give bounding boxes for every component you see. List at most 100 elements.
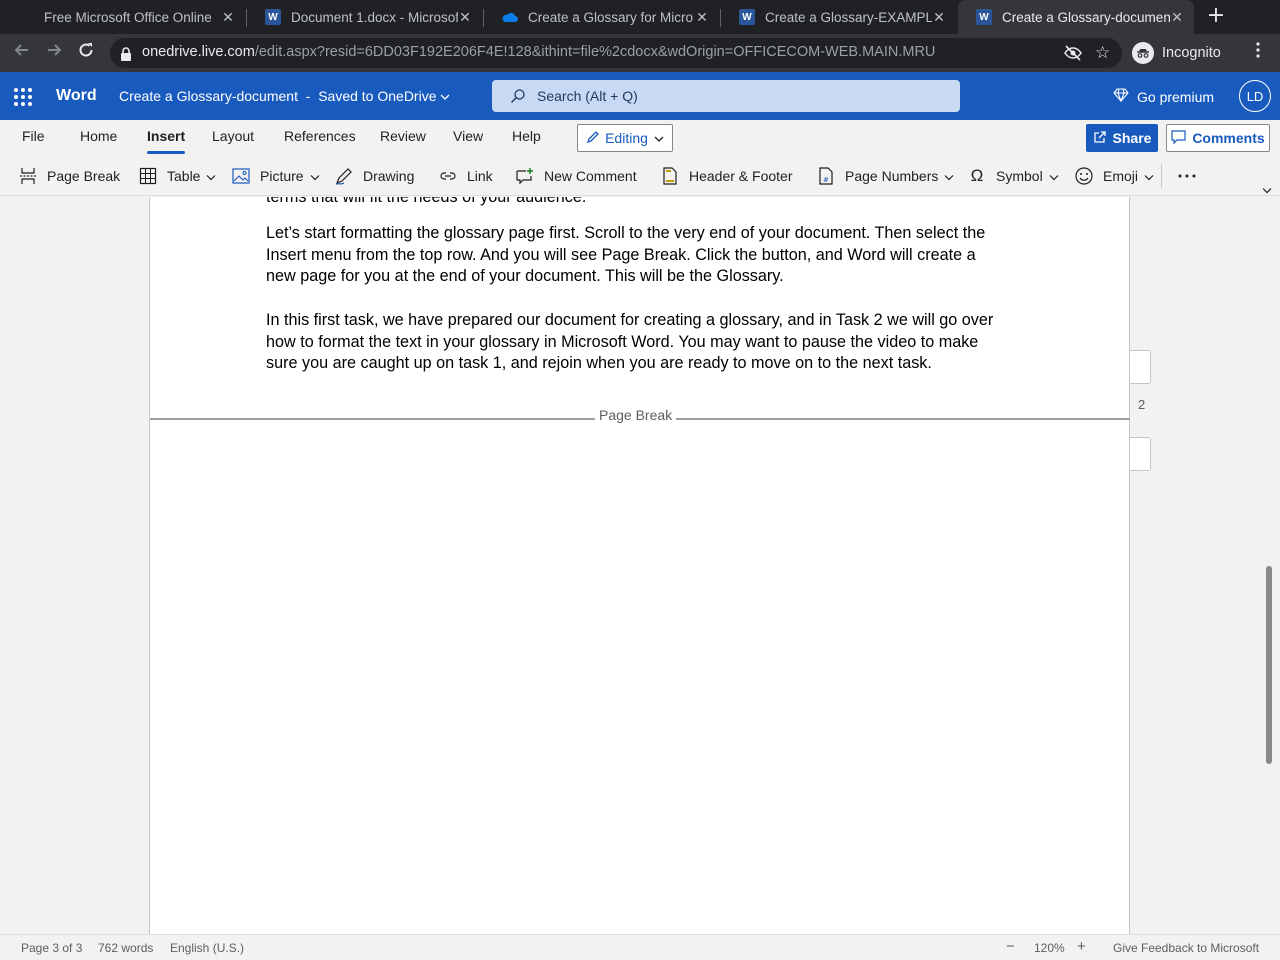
paragraph[interactable]: In this first task, we have prepared our… [266,310,1006,375]
address-bar[interactable]: onedrive.live.com/edit.aspx?resid=6DD03F… [110,38,1122,68]
tab-references[interactable]: References [284,128,356,144]
go-premium-label: Go premium [1137,88,1215,105]
link-button[interactable]: Link [438,166,493,186]
tab-title: Create a Glossary-document [1002,9,1170,25]
reload-icon[interactable] [73,40,99,66]
app-launcher-icon[interactable] [14,88,32,106]
zoom-in-button[interactable]: + [1077,938,1086,955]
new-comment-button[interactable]: New Comment [515,166,637,186]
tab-help[interactable]: Help [512,128,541,144]
browser-tab-strip: Free Microsoft Office Online ✕ W Documen… [0,0,1280,34]
tab-title: Create a Glossary-EXAMPLE [765,9,932,25]
browser-tab-glossary-article[interactable]: Create a Glossary for Micro ✕ [484,0,719,34]
close-icon[interactable]: ✕ [221,9,235,26]
table-button[interactable]: Table [138,166,216,186]
tab-home[interactable]: Home [80,128,117,144]
page-thumbnail[interactable] [1130,437,1151,471]
share-button[interactable]: Share [1086,124,1158,152]
zoom-out-button[interactable]: − [1006,938,1015,955]
page-number: 2 [1138,397,1146,412]
page-thumbnail[interactable] [1130,350,1151,384]
tab-title: Document 1.docx - Microsoft [291,9,458,25]
search-box[interactable]: Search (Alt + Q) [492,80,960,112]
save-status: Saved to OneDrive [318,88,437,104]
tab-title: Free Microsoft Office Online [44,9,212,25]
document-canvas[interactable]: terms that will fit the needs of your au… [0,197,1280,934]
tab-insert[interactable]: Insert [147,128,186,154]
page-count[interactable]: Page 3 of 3 [21,941,82,955]
picture-button[interactable]: Picture [231,166,320,186]
document-page[interactable]: terms that will fit the needs of your au… [149,197,1130,418]
header-footer-icon [660,166,680,186]
emoji-icon [1074,166,1094,186]
page-numbers-button[interactable]: # Page Numbers [816,166,954,186]
ribbon-tabs: File Home Insert Layout References Revie… [0,120,1280,156]
page-break-button[interactable]: Page Break [18,166,120,186]
chevron-down-icon [440,88,450,104]
tab-file[interactable]: File [22,128,45,144]
browser-menu-icon[interactable] [1245,40,1271,66]
lock-icon [120,46,132,65]
browser-tab-glossary-document[interactable]: W Create a Glossary-document ✕ [958,0,1194,34]
close-icon[interactable]: ✕ [932,9,946,26]
tab-review[interactable]: Review [380,128,426,144]
document-title-button[interactable]: Create a Glossary-document - Saved to On… [119,88,450,104]
comments-label: Comments [1192,130,1265,146]
header-footer-button[interactable]: Header & Footer [660,166,793,186]
browser-tab-office[interactable]: Free Microsoft Office Online ✕ [0,0,245,34]
tab-layout[interactable]: Layout [212,128,254,144]
word-icon: W [265,9,281,25]
paragraph[interactable]: terms that will fit the needs of your au… [266,197,1006,209]
status-bar: Page 3 of 3 762 words English (U.S.) − 1… [0,934,1280,960]
editing-mode-button[interactable]: Editing [577,124,673,152]
share-label: Share [1112,130,1152,146]
pencil-icon [586,130,600,147]
chevron-down-icon [1049,168,1059,184]
link-icon [438,166,458,186]
emoji-button[interactable]: Emoji [1074,166,1154,186]
picture-icon [231,166,251,186]
chevron-down-icon [944,168,954,184]
drawing-icon [334,166,354,186]
paragraph[interactable]: Let’s start formatting the glossary page… [266,223,1006,288]
tracking-off-eye-icon[interactable] [1064,45,1082,65]
zoom-level[interactable]: 120% [1034,941,1065,955]
page-break-icon [18,166,38,186]
title-separator: - [301,88,315,104]
share-icon [1093,130,1107,147]
chevron-down-icon [654,130,664,146]
browser-toolbar: onedrive.live.com/edit.aspx?resid=6DD03F… [0,34,1280,72]
browser-tab-glossary-example[interactable]: W Create a Glossary-EXAMPLE ✕ [721,0,956,34]
chevron-down-icon [310,168,320,184]
language[interactable]: English (U.S.) [170,941,244,955]
editing-label: Editing [605,130,648,146]
symbol-button[interactable]: Ω Symbol [967,166,1059,186]
new-tab-button[interactable]: + [1205,4,1227,28]
chevron-down-icon [1144,168,1154,184]
close-icon[interactable]: ✕ [1170,9,1184,26]
vertical-scrollbar[interactable] [1266,566,1272,764]
back-arrow-icon[interactable] [9,40,35,66]
onedrive-icon [502,9,518,25]
bookmark-star-icon[interactable]: ☆ [1095,43,1110,63]
comments-button[interactable]: Comments [1166,124,1270,152]
close-icon[interactable]: ✕ [695,9,709,26]
more-options-icon[interactable] [1178,166,1196,186]
incognito-indicator[interactable]: Incognito [1132,40,1221,66]
command-divider [1161,164,1162,188]
forward-arrow-icon[interactable] [41,40,67,66]
feedback-link[interactable]: Give Feedback to Microsoft [1113,941,1259,955]
go-premium-button[interactable]: Go premium [1113,88,1214,105]
new-comment-icon [515,166,535,186]
close-icon[interactable]: ✕ [458,9,472,26]
app-name[interactable]: Word [56,87,97,105]
tab-view[interactable]: View [453,128,483,144]
table-icon [138,166,158,186]
drawing-button[interactable]: Drawing [334,166,414,186]
word-count[interactable]: 762 words [98,941,153,955]
avatar[interactable]: LD [1239,80,1271,112]
document-title: Create a Glossary-document [119,88,298,104]
document-page[interactable] [149,419,1130,934]
incognito-label: Incognito [1162,45,1221,61]
browser-tab-document1[interactable]: W Document 1.docx - Microsoft ✕ [247,0,482,34]
